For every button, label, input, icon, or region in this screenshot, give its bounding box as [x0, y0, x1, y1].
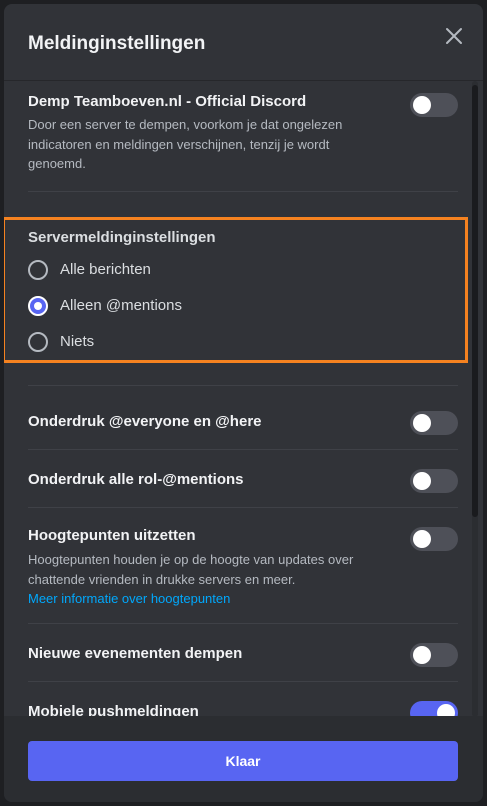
close-icon [446, 28, 462, 44]
suppress-roles-toggle[interactable] [410, 469, 458, 493]
toggle-knob [413, 472, 431, 490]
highlights-description: Hoogtepunten houden je op de hoogte van … [28, 552, 354, 587]
radio-label: Alleen @mentions [60, 297, 182, 314]
divider [28, 681, 458, 682]
notification-settings-modal: Meldinginstellingen Demp Teamboeven.nl -… [4, 4, 483, 802]
settings-scroll-area[interactable]: Demp Teamboeven.nl - Official Discord Do… [4, 80, 483, 717]
toggle-knob [413, 530, 431, 548]
mute-events-title: Nieuwe evenementen dempen [28, 645, 243, 662]
mute-server-title: Demp Teamboeven.nl - Official Discord [28, 93, 307, 110]
divider [28, 191, 458, 192]
done-button[interactable]: Klaar [28, 741, 458, 781]
radio-label: Alle berichten [60, 261, 151, 278]
modal-title: Meldinginstellingen [28, 33, 206, 54]
divider [28, 507, 458, 508]
mute-events-toggle[interactable] [410, 643, 458, 667]
toggle-knob [413, 646, 431, 664]
radio-option-all-messages[interactable]: Alle berichten [28, 257, 448, 287]
radio-label: Niets [60, 333, 95, 350]
divider [28, 623, 458, 624]
close-button[interactable] [442, 24, 466, 48]
toggle-knob [413, 414, 431, 432]
scrollbar-thumb[interactable] [472, 85, 478, 517]
radio-option-nothing[interactable]: Niets [28, 329, 448, 359]
highlights-title: Hoogtepunten uitzetten [28, 527, 196, 544]
highlights-toggle[interactable] [410, 527, 458, 551]
mobile-push-title: Mobiele pushmeldingen [28, 703, 199, 717]
mute-server-description: Door een server te dempen, voorkom je da… [28, 117, 343, 171]
suppress-everyone-title: Onderdruk @everyone en @here [28, 413, 262, 430]
radio-button[interactable] [28, 332, 48, 352]
suppress-roles-title: Onderdruk alle rol-@mentions [28, 471, 244, 488]
radio-button-selected[interactable] [28, 296, 48, 316]
suppress-everyone-toggle[interactable] [410, 411, 458, 435]
radio-button[interactable] [28, 260, 48, 280]
divider [28, 449, 458, 450]
modal-footer: Klaar [4, 716, 483, 802]
mute-server-toggle[interactable] [410, 93, 458, 117]
highlights-learn-more-link[interactable]: Meer informatie over hoogtepunten [28, 591, 230, 606]
modal-header: Meldinginstellingen [4, 4, 483, 80]
server-notification-label: Servermeldinginstellingen [28, 229, 216, 246]
radio-option-only-mentions[interactable]: Alleen @mentions [28, 293, 448, 323]
toggle-knob [413, 96, 431, 114]
divider [28, 385, 458, 386]
mobile-push-toggle[interactable] [410, 701, 458, 717]
